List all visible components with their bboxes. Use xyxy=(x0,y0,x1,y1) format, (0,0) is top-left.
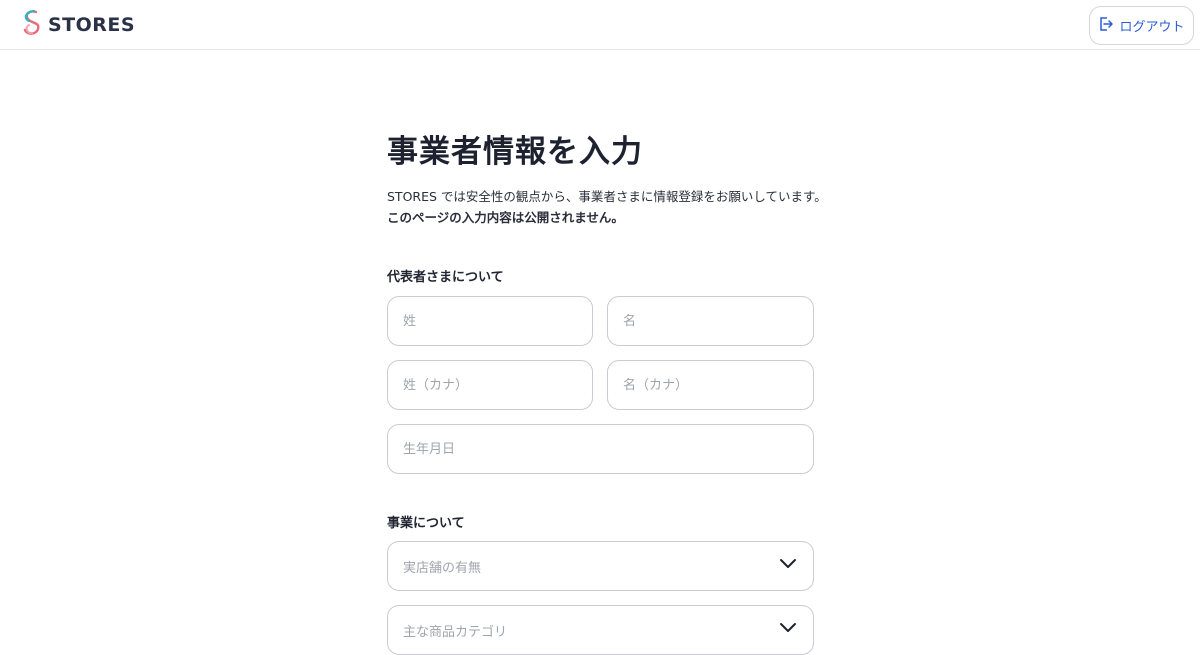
physical-store-placeholder: 実店舗の有無 xyxy=(403,560,482,576)
top-header: STORES ログアウト xyxy=(0,0,1200,50)
first-name-kana-input[interactable] xyxy=(623,377,813,393)
logout-icon xyxy=(1098,16,1114,36)
birthdate-field[interactable] xyxy=(387,424,814,474)
last-name-kana-input[interactable] xyxy=(403,377,592,393)
intro-line-1: STORES では安全性の観点から、事業者さまに情報登録をお願いしています。 xyxy=(387,189,827,204)
logo-text: STORES xyxy=(48,14,136,36)
last-name-field[interactable] xyxy=(387,296,593,346)
stores-logo-icon xyxy=(20,8,44,42)
physical-store-select[interactable]: 実店舗の有無 xyxy=(387,541,814,591)
first-name-input[interactable] xyxy=(623,313,813,329)
birthdate-input[interactable] xyxy=(403,441,813,457)
first-name-kana-field[interactable] xyxy=(607,360,814,410)
intro-text: STORES では安全性の観点から、事業者さまに情報登録をお願いしています。 こ… xyxy=(387,186,827,228)
representative-section-label: 代表者さまについて xyxy=(387,270,504,285)
page-title: 事業者情報を入力 xyxy=(387,134,643,170)
chevron-down-icon xyxy=(779,558,797,574)
logout-label: ログアウト xyxy=(1119,20,1185,35)
business-section-label: 事業について xyxy=(387,516,465,531)
last-name-input[interactable] xyxy=(403,313,592,329)
first-name-field[interactable] xyxy=(607,296,814,346)
intro-line-2: このページの入力内容は公開されません。 xyxy=(387,210,624,225)
stores-logo[interactable]: STORES xyxy=(20,9,135,41)
last-name-kana-field[interactable] xyxy=(387,360,593,410)
product-category-placeholder: 主な商品カテゴリ xyxy=(403,624,508,640)
product-category-select[interactable]: 主な商品カテゴリ xyxy=(387,605,814,655)
logout-button[interactable]: ログアウト xyxy=(1089,6,1194,45)
chevron-down-icon xyxy=(779,622,797,638)
